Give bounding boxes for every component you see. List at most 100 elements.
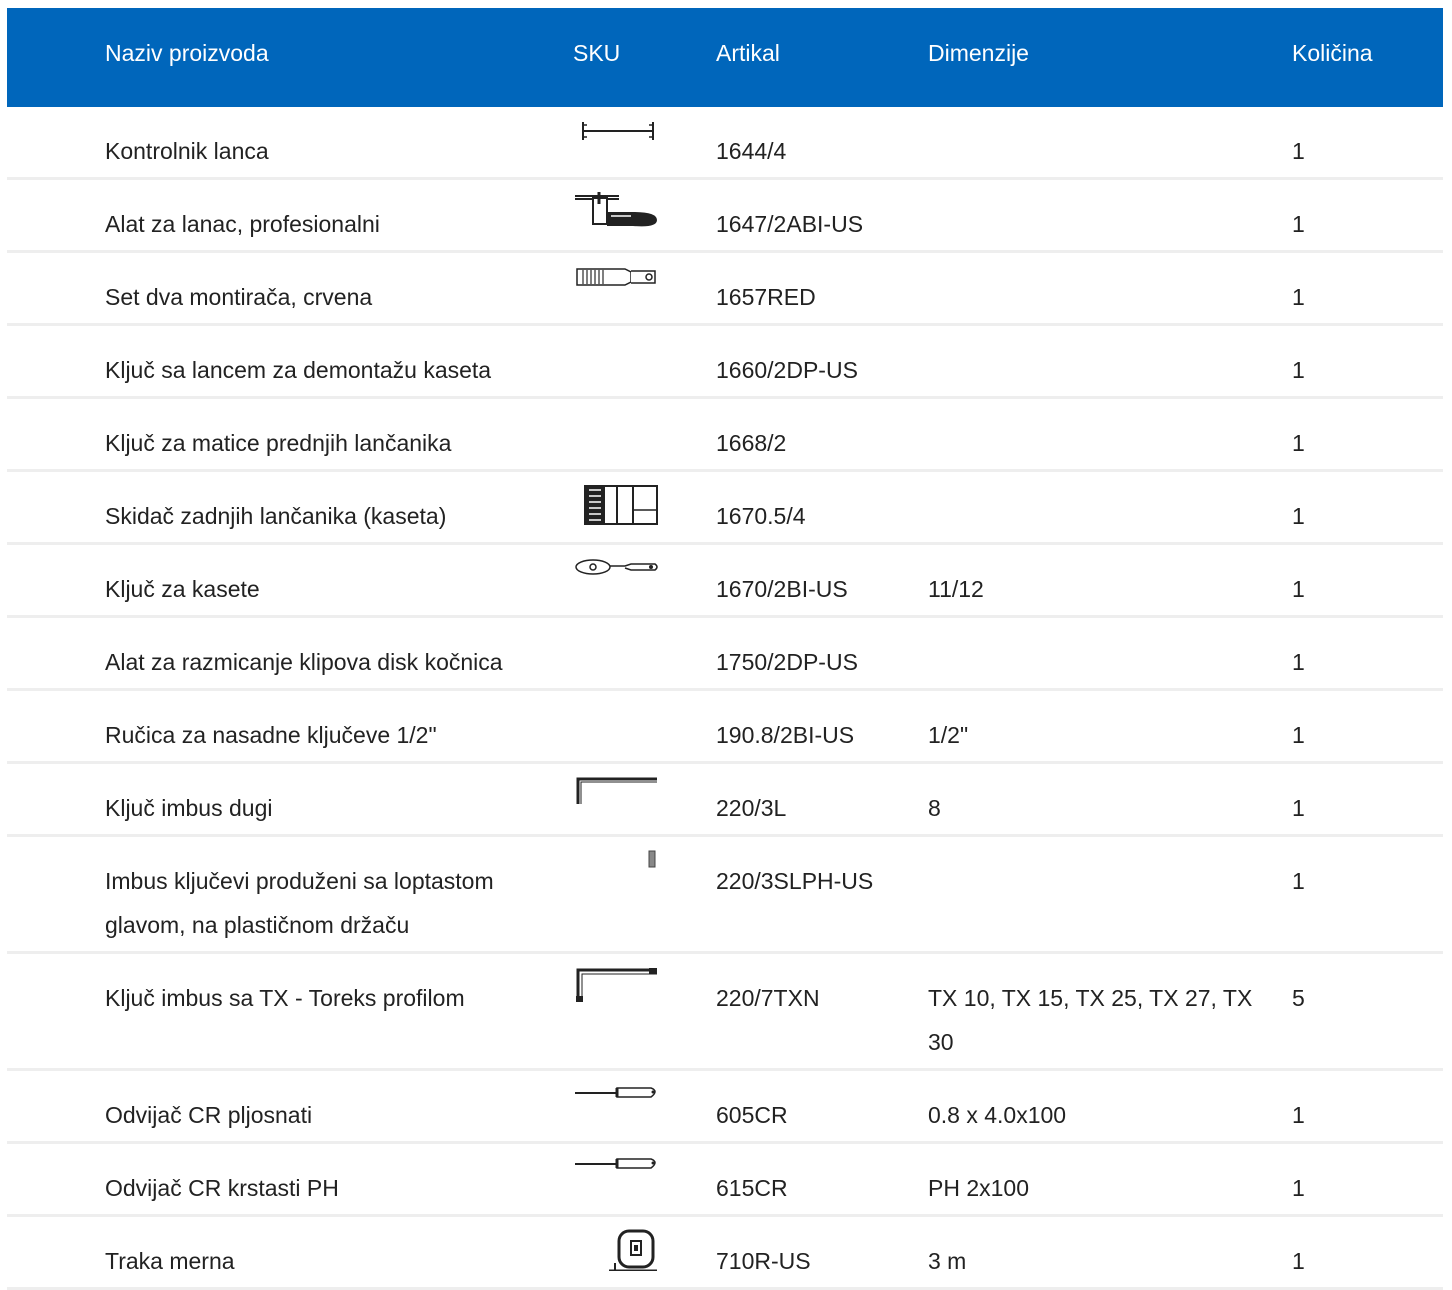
sku-image-cell bbox=[573, 117, 661, 161]
sku-image-cell bbox=[573, 1154, 661, 1198]
product-name: Ručica za nasadne ključeve 1/2" bbox=[105, 722, 437, 748]
kolicina-cell: 1 bbox=[1292, 430, 1305, 456]
artikal-cell: 1750/2DP-US bbox=[716, 649, 858, 675]
dimenzije-cell: TX 10, TX 15, TX 25, TX 27, TX 30 bbox=[928, 985, 1253, 1055]
table-row: Ključ sa lancem za demontažu kaseta 1660/… bbox=[7, 326, 1443, 399]
header-dimenzije: Dimenzije bbox=[928, 40, 1029, 66]
artikal-cell: 605CR bbox=[716, 1102, 788, 1128]
product-name: Ključ imbus sa TX - Toreks profilom bbox=[105, 985, 465, 1011]
product-name: Ključ za matice prednjih lančanika bbox=[105, 430, 452, 456]
kolicina-cell: 1 bbox=[1292, 1248, 1305, 1274]
table-row: Ključ za matice prednjih lančanika 1668/2… bbox=[7, 399, 1443, 472]
header-artikal: Artikal bbox=[716, 40, 780, 66]
table-row: Odvijač CR pljosnati 605CR 0.8 x 4.0x100 1 bbox=[7, 1071, 1443, 1144]
artikal-cell: 220/7TXN bbox=[716, 985, 820, 1011]
sku-image-cell bbox=[573, 847, 661, 891]
sku-image-cell bbox=[573, 1227, 661, 1271]
artikal-cell: 1670.5/4 bbox=[716, 503, 806, 529]
table-row: Ručica za nasadne ključeve 1/2" 190.8/2BI… bbox=[7, 691, 1443, 764]
product-name: Alat za razmicanje klipova disk kočnica bbox=[105, 649, 503, 675]
artikal-cell: 1644/4 bbox=[716, 138, 787, 164]
product-name: Alat za lanac, profesionalni bbox=[105, 211, 380, 237]
kolicina-cell: 5 bbox=[1292, 985, 1305, 1011]
table-row: Skidač zadnjih lančanika (kaseta) 1670.5/… bbox=[7, 472, 1443, 545]
sku-image-cell bbox=[573, 263, 661, 307]
table-row: Alat za lanac, profesionalni 1647/2ABI-US… bbox=[7, 180, 1443, 253]
artikal-cell: 190.8/2BI-US bbox=[716, 722, 855, 748]
dimenzije-cell: 0.8 x 4.0x100 bbox=[928, 1102, 1067, 1128]
tyre-lever-icon bbox=[576, 268, 656, 286]
sku-image-cell bbox=[573, 1081, 661, 1125]
product-name: Ključ sa lancem za demontažu kaseta bbox=[105, 357, 492, 383]
product-name: Traka merna bbox=[105, 1248, 235, 1274]
dimenzije-cell: 3 m bbox=[928, 1248, 967, 1274]
artikal-cell: 615CR bbox=[716, 1175, 788, 1201]
artikal-cell: 220/3SLPH-US bbox=[716, 868, 874, 894]
artikal-cell: 1670/2BI-US bbox=[716, 576, 848, 602]
kolicina-cell: 1 bbox=[1292, 357, 1305, 383]
hex-key-long-icon bbox=[576, 777, 657, 804]
product-name: Ključ imbus dugi bbox=[105, 795, 273, 821]
sku-image-cell bbox=[573, 774, 661, 818]
kolicina-cell: 1 bbox=[1292, 868, 1305, 894]
kolicina-cell: 1 bbox=[1292, 576, 1305, 602]
table-row: Kontrolnik lanca 1644/4 1 bbox=[7, 107, 1443, 180]
table-body: Kontrolnik lanca 1644/4 1 Alat za lanac, pr… bbox=[7, 107, 1443, 1290]
product-name: Odvijač CR krstasti PH bbox=[105, 1175, 339, 1201]
header-kolicina: Količina bbox=[1292, 40, 1373, 66]
kolicina-cell: 1 bbox=[1292, 1102, 1305, 1128]
table-row: Set dva montirača, crvena 1657RED 1 bbox=[7, 253, 1443, 326]
cassette-wrench-icon bbox=[575, 559, 658, 575]
chain-tool-icon bbox=[575, 192, 657, 227]
kolicina-cell: 1 bbox=[1292, 795, 1305, 821]
product-name: Ključ za kasete bbox=[105, 576, 260, 602]
sku-image-cell bbox=[573, 409, 661, 453]
dimenzije-cell: 11/12 bbox=[928, 576, 984, 602]
dimenzije-cell: 8 bbox=[928, 795, 941, 821]
artikal-cell: 710R-US bbox=[716, 1248, 811, 1274]
header-sku: SKU bbox=[573, 40, 621, 66]
product-name: Odvijač CR pljosnati bbox=[105, 1102, 313, 1128]
kolicina-cell: 1 bbox=[1292, 211, 1305, 237]
cassette-remover-icon bbox=[584, 485, 658, 525]
product-name: Skidač zadnjih lančanika (kaseta) bbox=[105, 503, 447, 529]
flat-screwdriver-icon bbox=[575, 1087, 656, 1098]
table-row: Imbus ključevi produženi sa loptastom gl… bbox=[7, 837, 1443, 954]
table-row: Odvijač CR krstasti PH 615CR PH 2x100 1 bbox=[7, 1144, 1443, 1217]
table-row: Alat za razmicanje klipova disk kočnica 1… bbox=[7, 618, 1443, 691]
artikal-cell: 1660/2DP-US bbox=[716, 357, 858, 383]
torx-key-icon bbox=[576, 968, 657, 1002]
table-row: Ključ imbus sa TX - Toreks profilom 220/7… bbox=[7, 954, 1443, 1071]
hex-key-set-icon bbox=[648, 850, 656, 868]
artikal-cell: 1668/2 bbox=[716, 430, 787, 456]
artikal-cell: 1647/2ABI-US bbox=[716, 211, 864, 237]
kolicina-cell: 1 bbox=[1292, 1175, 1305, 1201]
sku-image-cell bbox=[573, 482, 661, 526]
sku-image-cell bbox=[573, 190, 661, 234]
kolicina-cell: 1 bbox=[1292, 649, 1305, 675]
kolicina-cell: 1 bbox=[1292, 284, 1305, 310]
table-row: Traka merna 710R-US 3 m 1 bbox=[7, 1217, 1443, 1290]
table-row: Ključ za kasete 1670/2BI-US 11/12 1 bbox=[7, 545, 1443, 618]
dimenzije-cell: 1/2" bbox=[928, 722, 969, 748]
kolicina-cell: 1 bbox=[1292, 503, 1305, 529]
table-header: Naziv proizvoda SKU Artikal Dimenzije Ko… bbox=[7, 8, 1443, 107]
product-table: Naziv proizvoda SKU Artikal Dimenzije Ko… bbox=[7, 8, 1443, 1290]
sku-image-cell bbox=[573, 701, 661, 745]
tape-measure-icon bbox=[609, 1229, 657, 1271]
chain-checker-icon bbox=[582, 122, 654, 140]
product-name: Set dva montirača, crvena bbox=[105, 284, 373, 310]
dimenzije-cell: PH 2x100 bbox=[928, 1175, 1030, 1201]
header-name: Naziv proizvoda bbox=[105, 40, 269, 66]
sku-image-cell bbox=[573, 964, 661, 1008]
artikal-cell: 1657RED bbox=[716, 284, 816, 310]
kolicina-cell: 1 bbox=[1292, 722, 1305, 748]
sku-image-cell bbox=[573, 628, 661, 672]
table-row: Ključ imbus dugi 220/3L 8 1 bbox=[7, 764, 1443, 837]
phillips-screwdriver-icon bbox=[575, 1158, 656, 1169]
product-name: Imbus ključevi produženi sa loptastom gl… bbox=[105, 868, 494, 938]
product-name: Kontrolnik lanca bbox=[105, 138, 269, 164]
kolicina-cell: 1 bbox=[1292, 138, 1305, 164]
artikal-cell: 220/3L bbox=[716, 795, 787, 821]
sku-image-cell bbox=[573, 555, 661, 599]
